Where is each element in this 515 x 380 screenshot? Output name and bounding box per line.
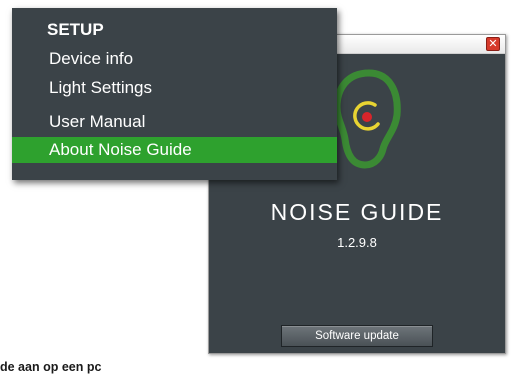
menu-item-about-noise-guide[interactable]: About Noise Guide [12,137,337,163]
menu-item-light-settings[interactable]: Light Settings [12,76,337,100]
app-version: 1.2.9.8 [337,235,377,250]
menu-item-user-manual[interactable]: User Manual [12,110,337,134]
ear-dot [362,112,372,122]
menu-item-label: Light Settings [49,78,153,97]
menu-item-label: User Manual [49,112,146,131]
menu-item-label: About Noise Guide [49,140,192,159]
menu-item-device-info[interactable]: Device info [12,47,337,71]
setup-menu: SETUP Device info Light Settings User Ma… [12,8,337,180]
ear-icon [333,69,401,169]
app-name: NOISE GUIDE [270,199,444,225]
software-update-button[interactable]: Software update [281,325,433,347]
caption-text: de aan op een pc [0,360,102,374]
menu-title: SETUP [47,20,104,39]
close-icon[interactable]: ✕ [486,37,500,51]
menu-item-label: Device info [49,49,134,68]
